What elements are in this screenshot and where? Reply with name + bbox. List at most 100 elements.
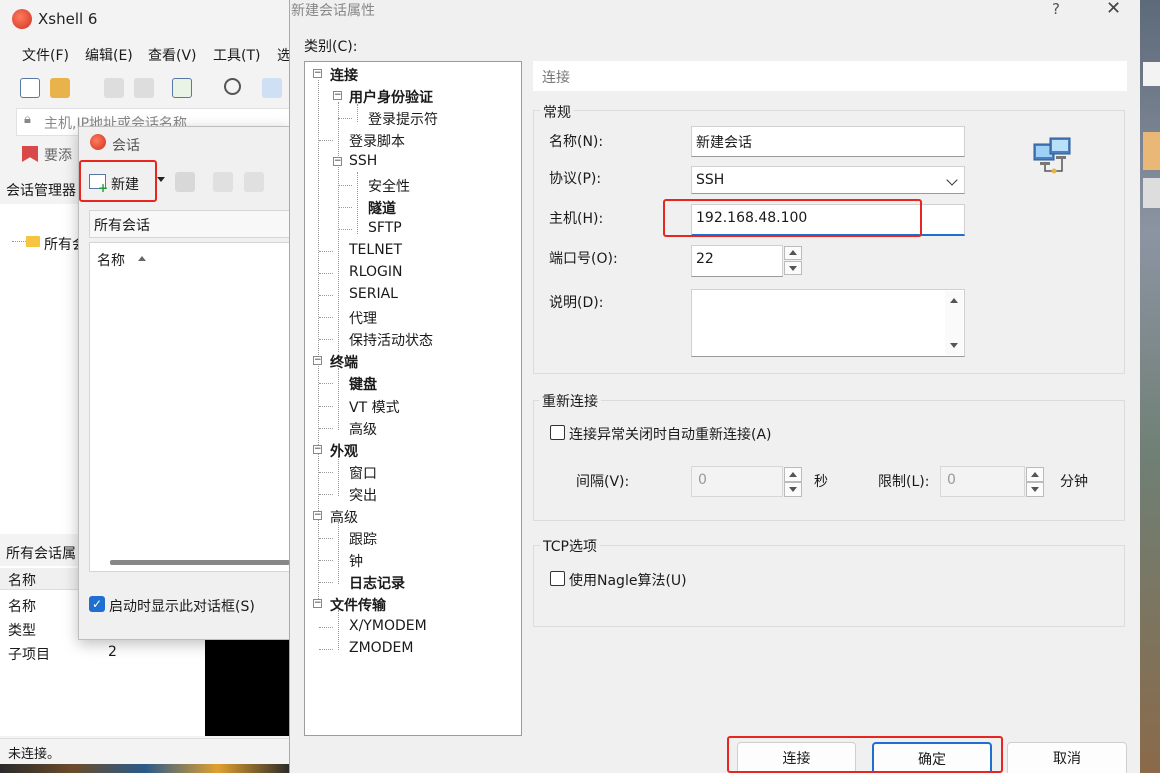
xshell-logo-icon — [12, 9, 32, 29]
connect-icon[interactable] — [104, 78, 124, 98]
tree-item[interactable]: SSH — [349, 153, 377, 169]
tree-item[interactable]: 跟踪 — [349, 529, 377, 549]
limit-spin-down[interactable] — [1026, 482, 1044, 497]
tree-expand-icon[interactable]: − — [333, 91, 342, 100]
startup-checkbox-label[interactable]: 启动时显示此对话框(S) — [109, 596, 255, 616]
tree-connector — [338, 522, 339, 584]
nagle-label[interactable]: 使用Nagle算法(U) — [569, 570, 687, 590]
desktop-window-fragment — [1143, 62, 1160, 86]
port-spin-up[interactable] — [784, 246, 802, 260]
tree-connector — [12, 241, 26, 242]
interval-field[interactable]: 0 — [691, 466, 783, 497]
tree-item[interactable]: 文件传输 — [330, 595, 386, 615]
reconnect-group-title: 重新连接 — [539, 391, 601, 411]
interval-spin-up[interactable] — [784, 467, 802, 482]
port-field[interactable]: 22 — [691, 245, 783, 277]
lock-icon: 🔒︎ — [24, 112, 31, 127]
tree-item[interactable]: 日志记录 — [349, 573, 405, 593]
tree-item[interactable]: 安全性 — [368, 176, 410, 196]
tree-item[interactable]: 高级 — [330, 507, 358, 527]
tree-item[interactable]: 登录脚本 — [349, 131, 405, 151]
auto-reconnect-label[interactable]: 连接异常关闭时自动重新连接(A) — [569, 424, 772, 444]
startup-checkbox[interactable]: ✓ — [89, 596, 105, 612]
protocol-select[interactable]: SSH — [691, 166, 965, 194]
tree-connector — [338, 207, 352, 208]
tree-connector — [319, 339, 333, 340]
search-icon[interactable] — [224, 78, 241, 95]
new-session-icon[interactable] — [20, 78, 40, 98]
status-text: 未连接。 — [8, 747, 61, 762]
session-list[interactable] — [89, 242, 290, 572]
tree-item[interactable]: 高级 — [349, 419, 377, 439]
tree-expand-icon[interactable]: − — [313, 511, 322, 520]
tree-expand-icon[interactable]: − — [313, 69, 322, 78]
transfer-icon[interactable] — [262, 78, 282, 98]
session-manager-label: 会话管理器 — [6, 183, 76, 199]
tree-item[interactable]: 保持活动状态 — [349, 330, 433, 350]
interval-spin-down[interactable] — [784, 482, 802, 497]
cancel-button[interactable]: 取消 — [1007, 742, 1127, 773]
session-list-column-name[interactable]: 名称 — [97, 250, 125, 270]
open-folder-icon[interactable] — [50, 78, 70, 98]
menu-edit[interactable]: 编辑(E) — [85, 45, 133, 65]
auto-reconnect-checkbox[interactable] — [550, 425, 565, 440]
description-field[interactable] — [691, 289, 965, 357]
name-field[interactable]: 新建会话 — [691, 126, 965, 157]
horizontal-scrollbar[interactable] — [110, 560, 290, 565]
tree-connector — [318, 80, 319, 607]
tree-item[interactable]: 隧道 — [368, 198, 396, 218]
tree-item[interactable]: 突出 — [349, 485, 377, 505]
tree-item[interactable]: 连接 — [330, 65, 358, 85]
tree-item[interactable]: 窗口 — [349, 463, 377, 483]
taskbar-fragment — [0, 764, 290, 773]
tree-item[interactable]: VT 模式 — [349, 397, 400, 417]
properties-icon[interactable] — [172, 78, 192, 98]
scroll-up-icon[interactable] — [950, 298, 958, 303]
tree-item[interactable]: SFTP — [368, 220, 402, 236]
tree-item[interactable]: 键盘 — [349, 374, 377, 394]
tree-connector — [319, 472, 333, 473]
menu-tools[interactable]: 工具(T) — [213, 45, 260, 65]
limit-field[interactable]: 0 — [940, 466, 1025, 497]
tree-connector — [319, 627, 333, 628]
general-group-title: 常规 — [540, 102, 574, 122]
tree-item[interactable]: 登录提示符 — [368, 109, 438, 129]
tree-item[interactable]: X/YMODEM — [349, 618, 427, 634]
disconnect-icon[interactable] — [134, 78, 154, 98]
tree-connector — [319, 538, 333, 539]
protocol-label: 协议(P): — [549, 171, 602, 187]
paste-icon — [244, 172, 264, 192]
tree-item[interactable]: RLOGIN — [349, 264, 403, 280]
page-header-title: 连接 — [542, 70, 570, 86]
tree-expand-icon[interactable]: − — [313, 356, 322, 365]
limit-spin-up[interactable] — [1026, 467, 1044, 482]
tree-connector — [319, 140, 333, 141]
help-button[interactable]: ? — [1052, 0, 1060, 18]
tree-item[interactable]: 代理 — [349, 308, 377, 328]
tree-expand-icon[interactable]: − — [313, 599, 322, 608]
tree-connector — [319, 273, 333, 274]
highlight-action-buttons — [727, 736, 1003, 773]
menu-view[interactable]: 查看(V) — [148, 45, 197, 65]
chevron-down-icon[interactable] — [157, 177, 165, 182]
property-key: 类型 — [8, 623, 36, 639]
tree-item[interactable]: ZMODEM — [349, 640, 413, 656]
nagle-checkbox[interactable] — [550, 571, 565, 586]
tree-item[interactable]: SERIAL — [349, 286, 398, 302]
tree-item[interactable]: 钟 — [349, 551, 363, 571]
scroll-down-icon[interactable] — [950, 343, 958, 348]
port-spin-down[interactable] — [784, 261, 802, 275]
tree-connector — [338, 102, 339, 352]
tree-item[interactable]: 外观 — [330, 441, 358, 461]
terminal-area[interactable] — [205, 640, 290, 736]
tree-expand-icon[interactable]: − — [313, 445, 322, 454]
tree-item[interactable]: 用户身份验证 — [349, 87, 433, 107]
tree-expand-icon[interactable]: − — [333, 157, 342, 166]
close-icon[interactable]: ✕ — [1106, 0, 1121, 19]
tree-item[interactable]: 终端 — [330, 352, 358, 372]
xshell-window-title: Xshell 6 — [38, 10, 98, 28]
host-label: 主机(H): — [549, 211, 604, 227]
menu-file[interactable]: 文件(F) — [22, 45, 69, 65]
tree-item[interactable]: TELNET — [349, 242, 402, 258]
properties-column-name[interactable]: 名称 — [8, 570, 36, 590]
